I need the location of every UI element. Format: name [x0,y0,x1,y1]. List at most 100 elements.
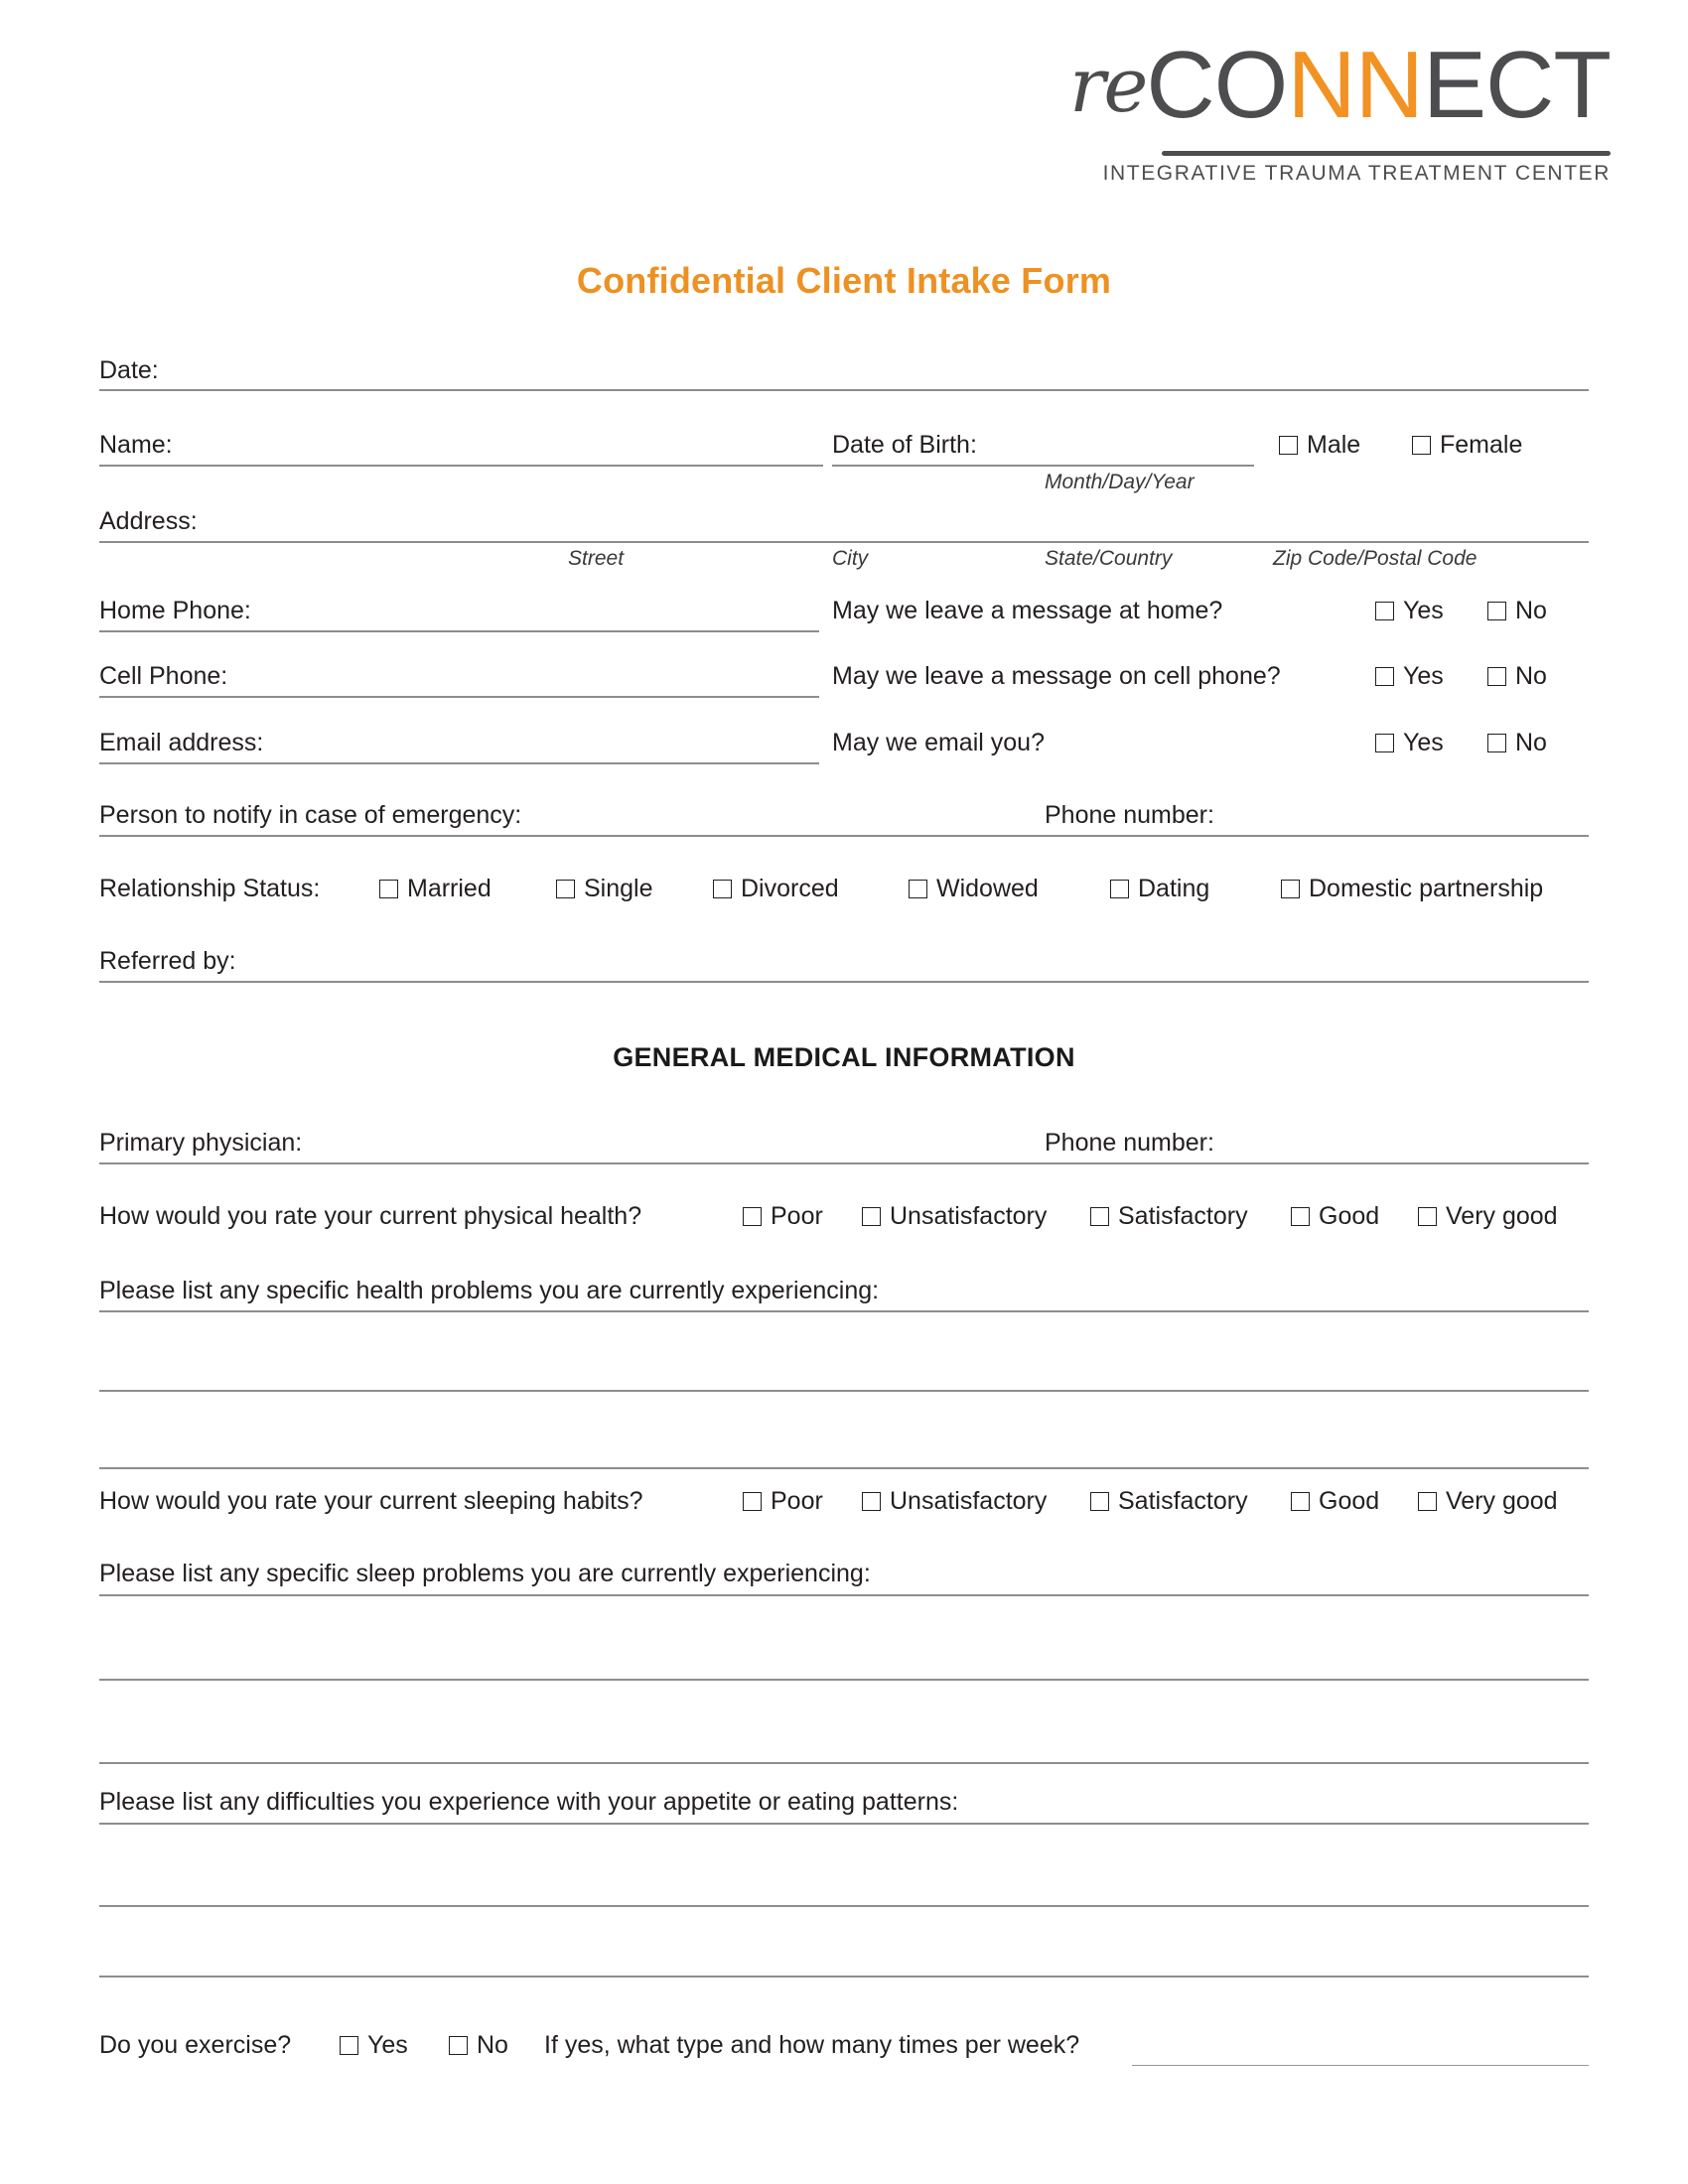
checkbox-option-email-no[interactable]: No [1487,728,1547,757]
emergency-contact-input-line[interactable] [99,835,1589,837]
checkbox-box-sleep-good[interactable] [1291,1492,1310,1511]
logo-text-ect: ECT [1423,32,1612,138]
referred-by-input-line[interactable] [99,981,1589,983]
checkbox-box-dating[interactable] [1110,880,1129,898]
checkbox-box-physical-satisfactory[interactable] [1090,1207,1109,1226]
question-exercise-followup: If yes, what type and how many times per… [544,2031,1080,2059]
checkbox-box-male[interactable] [1279,436,1298,455]
sleep-problems-line-2[interactable] [99,1679,1589,1681]
checkbox-box-message-cell-no[interactable] [1487,667,1506,686]
checkbox-box-physical-poor[interactable] [743,1207,762,1226]
question-message-cell: May we leave a message on cell phone? [832,662,1281,690]
checkbox-box-email-yes[interactable] [1375,734,1394,752]
label-primary-physician: Primary physician: [99,1129,303,1157]
checkbox-box-exercise-yes[interactable] [340,2036,358,2055]
page-canvas: reCONNECT INTEGRATIVE TRAUMA TREATMENT C… [0,0,1688,2184]
checkbox-box-sleep-unsatisfactory[interactable] [862,1492,881,1511]
checkbox-option-sleep-good[interactable]: Good [1291,1486,1379,1516]
logo-divider [1162,151,1611,156]
cell-phone-input-line[interactable] [99,696,819,698]
checkbox-option-physical-unsatisfactory[interactable]: Unsatisfactory [862,1201,1047,1231]
checkbox-option-exercise-no[interactable]: No [449,2030,508,2060]
checkbox-box-sleep-satisfactory[interactable] [1090,1492,1109,1511]
checkbox-option-male[interactable]: Male [1279,430,1360,460]
checkbox-option-sleep-poor[interactable]: Poor [743,1486,823,1516]
checkbox-label-physical-very-good: Very good [1446,1202,1558,1230]
logo-text-nn: NN [1287,32,1424,138]
checkbox-label-physical-satisfactory: Satisfactory [1118,1202,1248,1230]
dob-input-line[interactable] [832,465,1254,467]
checkbox-box-physical-unsatisfactory[interactable] [862,1207,881,1226]
checkbox-box-divorced[interactable] [713,880,732,898]
checkbox-option-physical-very-good[interactable]: Very good [1418,1201,1558,1231]
checkbox-option-widowed[interactable]: Widowed [909,874,1039,903]
email-input-line[interactable] [99,762,819,764]
checkbox-option-message-cell-no[interactable]: No [1487,661,1547,691]
question-physical-health: How would you rate your current physical… [99,1202,642,1230]
checkbox-label-exercise-yes: Yes [367,2031,408,2059]
checkbox-box-single[interactable] [556,880,575,898]
checkbox-option-exercise-yes[interactable]: Yes [340,2030,408,2060]
health-problems-line-3[interactable] [99,1467,1589,1469]
checkbox-label-divorced: Divorced [741,875,839,902]
checkbox-option-sleep-very-good[interactable]: Very good [1418,1486,1558,1516]
checkbox-box-married[interactable] [379,880,398,898]
logo: reCONNECT INTEGRATIVE TRAUMA TREATMENT C… [1015,38,1612,186]
checkbox-label-widowed: Widowed [936,875,1039,902]
appetite-line-3[interactable] [99,1976,1589,1978]
health-problems-line-2[interactable] [99,1390,1589,1392]
label-relationship-status: Relationship Status: [99,875,321,902]
checkbox-box-physical-very-good[interactable] [1418,1207,1437,1226]
checkbox-box-exercise-no[interactable] [449,2036,468,2055]
sleep-problems-line-3[interactable] [99,1762,1589,1764]
checkbox-box-domestic-partnership[interactable] [1281,880,1300,898]
question-message-home: May we leave a message at home? [832,597,1223,624]
checkbox-option-sleep-unsatisfactory[interactable]: Unsatisfactory [862,1486,1047,1516]
checkbox-box-message-cell-yes[interactable] [1375,667,1394,686]
checkbox-box-sleep-poor[interactable] [743,1492,762,1511]
checkbox-option-married[interactable]: Married [379,874,492,903]
checkbox-option-domestic-partnership[interactable]: Domestic partnership [1281,874,1543,903]
checkbox-label-physical-unsatisfactory: Unsatisfactory [890,1202,1048,1230]
health-problems-line-1[interactable] [99,1310,1589,1312]
logo-text-co: CO [1146,32,1288,138]
label-address: Address: [99,507,198,535]
logo-wordmark: reCONNECT [1015,38,1612,145]
date-input-line[interactable] [99,389,1589,391]
home-phone-input-line[interactable] [99,630,819,632]
primary-physician-input-line[interactable] [99,1162,1589,1164]
checkbox-option-message-home-no[interactable]: No [1487,596,1547,625]
checkbox-label-sleep-very-good: Very good [1446,1487,1558,1515]
exercise-followup-input-line[interactable] [1132,2065,1589,2066]
checkbox-box-female[interactable] [1412,436,1431,455]
checkbox-box-message-home-no[interactable] [1487,602,1506,620]
checkbox-option-message-home-yes[interactable]: Yes [1375,596,1444,625]
checkbox-box-widowed[interactable] [909,880,927,898]
checkbox-option-physical-satisfactory[interactable]: Satisfactory [1090,1201,1248,1231]
appetite-line-1[interactable] [99,1823,1589,1825]
label-emergency-phone: Phone number: [1045,801,1214,829]
checkbox-box-email-no[interactable] [1487,734,1506,752]
checkbox-option-single[interactable]: Single [556,874,653,903]
checkbox-box-message-home-yes[interactable] [1375,602,1394,620]
appetite-line-2[interactable] [99,1905,1589,1907]
checkbox-label-female: Female [1440,431,1523,459]
address-input-line[interactable] [99,541,1589,543]
label-cell-phone: Cell Phone: [99,662,228,690]
checkbox-option-message-cell-yes[interactable]: Yes [1375,661,1444,691]
checkbox-option-physical-poor[interactable]: Poor [743,1201,823,1231]
checkbox-option-sleep-satisfactory[interactable]: Satisfactory [1090,1486,1248,1516]
checkbox-option-female[interactable]: Female [1412,430,1522,460]
checkbox-option-email-yes[interactable]: Yes [1375,728,1444,757]
label-referred-by: Referred by: [99,947,236,975]
checkbox-option-physical-good[interactable]: Good [1291,1201,1379,1231]
checkbox-label-dating: Dating [1138,875,1210,902]
name-input-line[interactable] [99,465,823,467]
checkbox-label-sleep-satisfactory: Satisfactory [1118,1487,1248,1515]
checkbox-label-email-yes: Yes [1403,729,1444,756]
checkbox-option-divorced[interactable]: Divorced [713,874,839,903]
sleep-problems-line-1[interactable] [99,1594,1589,1596]
checkbox-box-sleep-very-good[interactable] [1418,1492,1437,1511]
checkbox-option-dating[interactable]: Dating [1110,874,1209,903]
checkbox-box-physical-good[interactable] [1291,1207,1310,1226]
